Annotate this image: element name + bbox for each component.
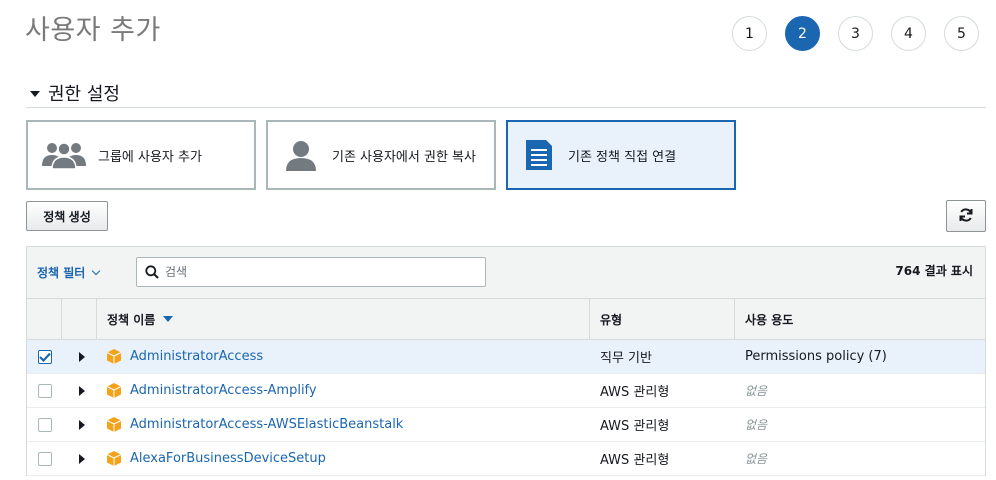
sort-descending-icon [163, 316, 174, 322]
policy-name-link[interactable]: AdministratorAccess-AWSElasticBeanstalk [130, 417, 403, 432]
user-icon [284, 139, 318, 171]
filter-label: 정책 필터 [37, 266, 86, 280]
caret-down-icon [30, 91, 40, 97]
policy-icon [106, 417, 122, 432]
row-usage: 없음 [745, 452, 768, 466]
option-add-to-group[interactable]: 그룹에 사용자 추가 [26, 120, 256, 190]
column-header-label: 정책 이름 [107, 312, 156, 327]
row-check-cell [27, 408, 62, 441]
step-2[interactable]: 2 [785, 16, 820, 51]
option-label: 기존 사용자에서 권한 복사 [332, 149, 476, 165]
policy-name-link[interactable]: AdministratorAccess [130, 349, 263, 364]
row-type: AWS 관리형 [600, 453, 670, 468]
row-expand-toggle[interactable] [62, 442, 97, 475]
option-copy-permissions[interactable]: 기존 사용자에서 권한 복사 [266, 120, 496, 190]
search-input[interactable] [165, 265, 465, 279]
row-checkbox[interactable] [37, 451, 52, 466]
step-indicator: 1 2 3 4 5 [732, 16, 996, 51]
refresh-icon [958, 207, 974, 226]
policy-filter-dropdown[interactable]: 정책 필터 [37, 264, 101, 281]
row-type: AWS 관리형 [600, 419, 670, 434]
document-icon [524, 138, 554, 172]
table-row[interactable]: AlexaForBusinessDeviceSetup AWS 관리형 없음 [27, 442, 985, 476]
chevron-down-icon [92, 266, 101, 276]
policy-icon [106, 451, 122, 466]
row-checkbox[interactable] [37, 383, 52, 398]
row-type: AWS 관리형 [600, 385, 670, 400]
expand-arrow-icon [78, 419, 85, 430]
create-policy-button[interactable]: 정책 생성 [26, 201, 108, 231]
checkmark-icon [38, 352, 51, 362]
row-checkbox[interactable] [37, 349, 52, 364]
header-check-cell [27, 299, 62, 339]
table-row[interactable]: AdministratorAccess-AWSElasticBeanstalk … [27, 408, 985, 442]
step-1[interactable]: 1 [732, 16, 767, 51]
permissions-section-header[interactable]: 권한 설정 [26, 80, 986, 108]
policy-table: 정책 필터 764 결과 표시 정책 이름 유형 사용 용도 [26, 246, 986, 476]
row-expand-toggle[interactable] [62, 340, 97, 373]
policy-name-link[interactable]: AlexaForBusinessDeviceSetup [130, 451, 326, 466]
column-header-name[interactable]: 정책 이름 [97, 299, 590, 339]
table-row[interactable]: AdministratorAccess-Amplify AWS 관리형 없음 [27, 374, 985, 408]
expand-arrow-icon [78, 351, 85, 362]
row-name-cell: AdministratorAccess-AWSElasticBeanstalk [97, 408, 590, 441]
step-5[interactable]: 5 [944, 16, 979, 51]
page-title: 사용자 추가 [25, 15, 161, 46]
row-name-cell: AdministratorAccess [97, 340, 590, 373]
column-header-type[interactable]: 유형 [590, 299, 735, 339]
search-box[interactable] [136, 257, 486, 287]
column-header-usage[interactable]: 사용 용도 [735, 299, 985, 339]
row-name-cell: AdministratorAccess-Amplify [97, 374, 590, 407]
section-title: 권한 설정 [48, 84, 120, 105]
expand-arrow-icon [78, 453, 85, 464]
header-expand-cell [62, 299, 97, 339]
row-expand-toggle[interactable] [62, 374, 97, 407]
row-name-cell: AlexaForBusinessDeviceSetup [97, 442, 590, 475]
row-check-cell [27, 442, 62, 475]
option-attach-policies[interactable]: 기존 정책 직접 연결 [506, 120, 736, 190]
expand-arrow-icon [78, 385, 85, 396]
result-count: 764 결과 표시 [895, 264, 973, 278]
table-row[interactable]: AdministratorAccess 직무 기반 Permissions po… [27, 340, 985, 374]
policy-icon [106, 383, 122, 398]
row-checkbox[interactable] [37, 417, 52, 432]
group-icon [40, 140, 88, 170]
option-label: 기존 정책 직접 연결 [568, 149, 677, 165]
row-usage: 없음 [745, 418, 768, 432]
policy-icon [106, 349, 122, 364]
policy-name-link[interactable]: AdministratorAccess-Amplify [130, 383, 317, 398]
row-expand-toggle[interactable] [62, 408, 97, 441]
refresh-button[interactable] [946, 200, 986, 232]
row-usage: Permissions policy (7) [745, 349, 887, 364]
table-header: 정책 이름 유형 사용 용도 [27, 299, 985, 340]
row-check-cell [27, 340, 62, 373]
search-icon [145, 265, 159, 279]
option-label: 그룹에 사용자 추가 [98, 149, 202, 165]
row-check-cell [27, 374, 62, 407]
step-4[interactable]: 4 [891, 16, 926, 51]
step-3[interactable]: 3 [838, 16, 873, 51]
table-toolbar: 정책 필터 764 결과 표시 [27, 247, 985, 299]
row-type: 직무 기반 [600, 351, 652, 366]
row-usage: 없음 [745, 384, 768, 398]
